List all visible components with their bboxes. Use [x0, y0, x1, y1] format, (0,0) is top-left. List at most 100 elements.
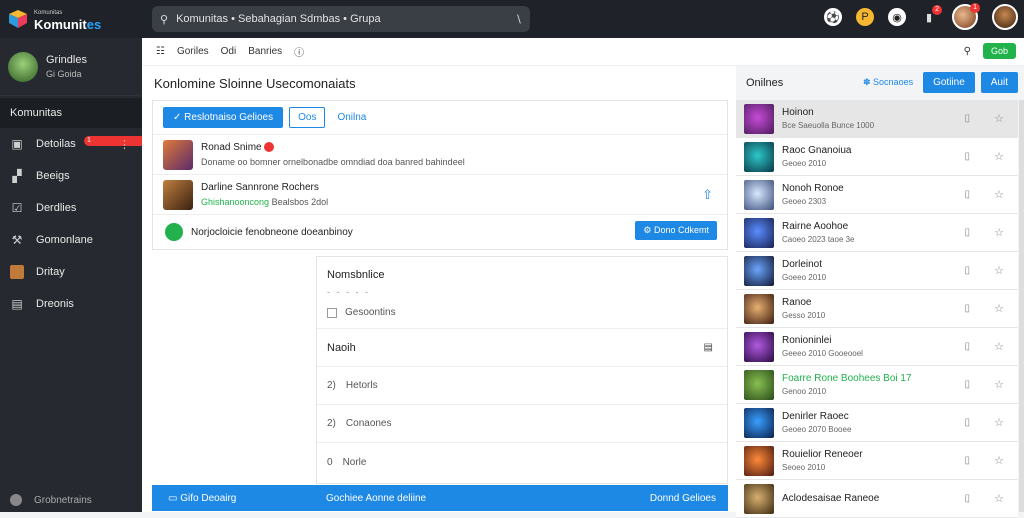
character-icon [10, 265, 24, 279]
user-avatar-secondary[interactable] [992, 4, 1018, 30]
online-list-item[interactable]: Ronioninlei Geeeo 2010 Gooeooel ▯ ☆ [736, 328, 1018, 366]
star-icon[interactable]: ☆ [994, 226, 1004, 239]
sidebar-item-detoilas[interactable]: ▣ Detoilas 1 ⋮ [0, 128, 146, 160]
scrollbar[interactable] [1019, 100, 1024, 512]
help-icon[interactable]: ⓘ [294, 44, 304, 59]
bottom-left[interactable]: ▭ Gifo Deoairg [168, 493, 236, 504]
item-subtitle: Geoeo 2070 Booee [782, 424, 852, 434]
online-list-item[interactable]: Foarre Rone Boohees Boi 17 Genoo 2010 ▯ ☆ [736, 366, 1018, 404]
sidebar-item-dritay[interactable]: Dritay [0, 256, 142, 288]
online-list-item[interactable]: Nonoh Ronoe Geoeo 2303 ▯ ☆ [736, 176, 1018, 214]
sidebar-item-derdlies[interactable]: ☑ Derdlies [0, 192, 142, 224]
online-list-item[interactable]: Denirler Raoec Geoeo 2070 Booee ▯ ☆ [736, 404, 1018, 442]
feed-primary-button[interactable]: ✓ Reslotnaiso Gelioes [163, 107, 284, 128]
item-title: Ronioninlei [782, 334, 832, 346]
action-icon[interactable]: ▯ [964, 113, 970, 124]
item-subtitle: Geoeo 2010 [782, 158, 827, 168]
search-input[interactable]: ⚲ Komunitas • Sebahagian Sdmbas • Grupa … [152, 6, 530, 32]
panel-section-header: Naoih ▤ [317, 329, 727, 367]
search-icon[interactable]: ⚲ [964, 46, 971, 57]
subbar-item[interactable]: Goriles [177, 46, 209, 57]
action-icon[interactable]: ▯ [964, 189, 970, 200]
sidebar-item-beeigs[interactable]: ▞ Beeigs [0, 160, 142, 192]
sidebar-item-label: Dritay [36, 266, 65, 278]
user-avatar[interactable]: 1 [952, 3, 980, 30]
bottom-right[interactable]: Donnd Gelioes [650, 493, 716, 504]
star-icon[interactable]: ☆ [994, 150, 1004, 163]
menu-icon[interactable]: ☷ [156, 46, 165, 57]
tab-oos[interactable]: Oos [289, 107, 326, 128]
coin-icon[interactable]: P [856, 8, 874, 26]
profile-card[interactable]: Grindles Gi Goida [0, 38, 142, 96]
online-button[interactable]: Gotiine [923, 72, 975, 93]
mic-icon[interactable]: ∖ [515, 13, 522, 26]
new-button[interactable]: Gob [982, 43, 1016, 59]
bottom-mid[interactable]: Gochiee Aonne deliine [326, 493, 426, 504]
filter-link[interactable]: ✽ Socnaoes [863, 77, 913, 88]
star-icon[interactable]: ☆ [994, 416, 1004, 429]
notification-icon[interactable]: ▮ 2 [920, 5, 942, 26]
online-list-item[interactable]: Rouielior Reneoer Seoeo 2010 ▯ ☆ [736, 442, 1018, 480]
bottom-bar[interactable]: ▭ Gifo Deoairg Gochiee Aonne deliine Don… [152, 485, 728, 511]
tab-online[interactable]: Onilna [337, 112, 366, 123]
app-logo[interactable]: Komunitas Komunites [0, 0, 142, 38]
post-title: Ronad Snime [201, 142, 262, 153]
sidebar-item-gomonlane[interactable]: ⚒ Gomonlane [0, 224, 142, 256]
action-icon[interactable]: ▯ [964, 341, 970, 352]
panel-title: Nomsbnlice [327, 269, 385, 281]
star-icon[interactable]: ☆ [994, 454, 1004, 467]
online-list-item[interactable]: Rairne Aoohoe Caoeo 2023 taoe 3e ▯ ☆ [736, 214, 1018, 252]
check-icon: ☑ [11, 201, 23, 215]
action-icon[interactable]: ▯ [964, 265, 970, 276]
post-item[interactable]: Ronad Snime Doname oo bomner ornelbonadb… [153, 135, 727, 175]
item-title: Rairne Aoohoe [782, 220, 849, 232]
sidebar-item-label: Dreonis [36, 298, 74, 310]
star-icon[interactable]: ☆ [994, 340, 1004, 353]
ball-icon[interactable]: ⚽ [824, 8, 842, 26]
online-list-item[interactable]: Ranoe Gesso 2010 ▯ ☆ [736, 290, 1018, 328]
more-icon[interactable]: ⋮ [119, 138, 130, 151]
add-button[interactable]: Auit [980, 72, 1018, 93]
subbar-item[interactable]: Banries [248, 46, 282, 57]
notice-button[interactable]: ⚙ Dono Cdkemt [635, 221, 717, 240]
panel-row[interactable]: 2) Hetorls [317, 367, 727, 405]
panel-row[interactable]: 0 Norle [317, 443, 727, 481]
online-list-item[interactable]: Hoinon Bce Saeuolla Bunce 1000 ▯ ☆ [736, 100, 1018, 138]
panel-checkbox[interactable]: Gesoontins [317, 297, 727, 329]
action-icon[interactable]: ▯ [964, 379, 970, 390]
subbar-item[interactable]: Odi [221, 46, 237, 57]
online-list-item[interactable]: Raoc Gnanoiua Geoeo 2010 ▯ ☆ [736, 138, 1018, 176]
panel-row[interactable]: 2) Conaones [317, 405, 727, 443]
action-icon[interactable]: ▯ [964, 151, 970, 162]
document-icon[interactable]: ▤ [704, 342, 713, 353]
profile-name: Grindles [46, 54, 87, 66]
share-icon[interactable]: ⇧ [702, 187, 713, 203]
item-subtitle: Geeeo 2010 Gooeooel [782, 348, 863, 358]
online-list-item[interactable]: Aclodesaisae Raneoe ▯ ☆ [736, 480, 1018, 518]
online-title: Onilnes [746, 77, 784, 89]
sidebar-item-label: Beeigs [36, 170, 70, 182]
sidebar-footer[interactable]: Grobnetrains [10, 494, 92, 506]
action-icon[interactable]: ▯ [964, 227, 970, 238]
game-thumbnail [744, 179, 774, 210]
action-icon[interactable]: ▯ [964, 493, 970, 504]
sidebar-item-dreonis[interactable]: ▤ Dreonis [0, 288, 142, 320]
checkbox-icon [327, 307, 337, 318]
notice-text: Norjocloicie fenobneone doeanbinoy [191, 226, 353, 238]
star-icon[interactable]: ☆ [994, 492, 1004, 505]
star-icon[interactable]: ☆ [994, 264, 1004, 277]
online-panel: Onilnes ✽ Socnaoes Gotiine Auit Hoinon Bc… [736, 66, 1024, 518]
star-icon[interactable]: ☆ [994, 302, 1004, 315]
post-title: Darline Sannrone Rochers [201, 182, 319, 193]
action-icon[interactable]: ▯ [964, 455, 970, 466]
online-list-item[interactable]: Dorleinot Goeeo 2010 ▯ ☆ [736, 252, 1018, 290]
star-icon[interactable]: ☆ [994, 112, 1004, 125]
star-icon[interactable]: ☆ [994, 378, 1004, 391]
shield-icon[interactable]: ◉ [888, 8, 906, 26]
hammer-icon: ⚒ [11, 233, 23, 247]
action-icon[interactable]: ▯ [964, 303, 970, 314]
star-icon[interactable]: ☆ [994, 188, 1004, 201]
action-icon[interactable]: ▯ [964, 417, 970, 428]
sidebar-item-label: Detoilas [36, 138, 76, 150]
post-item[interactable]: Darline Sannrone Rochers Ghishanooncong … [153, 175, 727, 215]
